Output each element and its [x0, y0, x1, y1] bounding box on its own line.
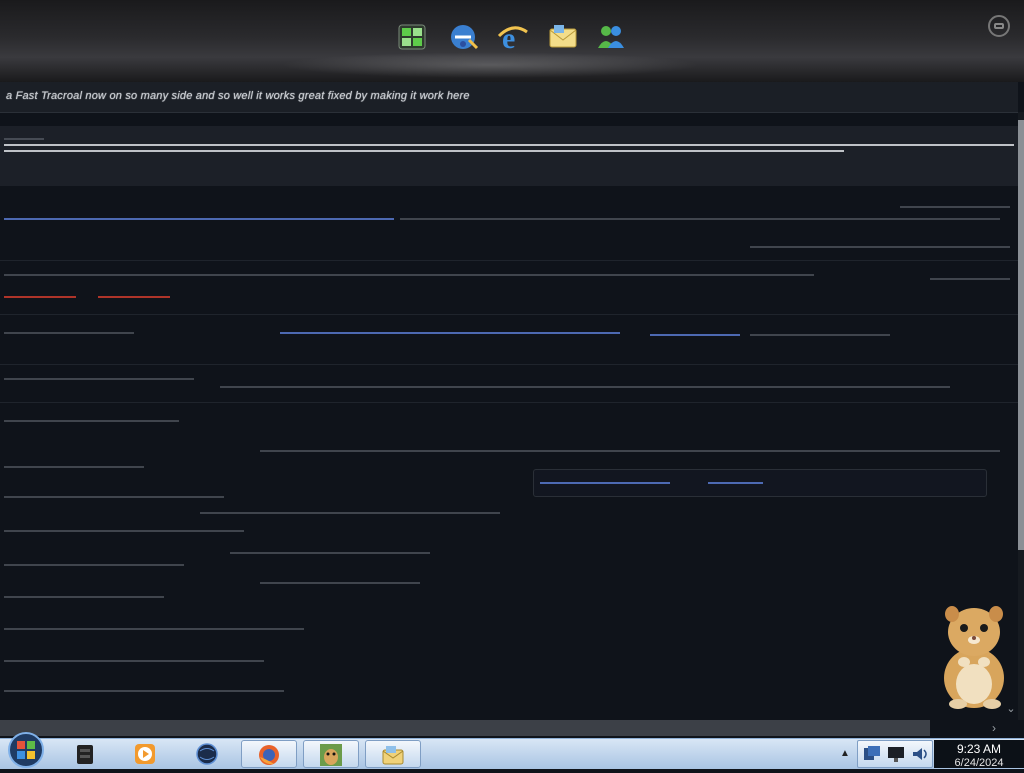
glitch-line: [4, 296, 76, 298]
top-dock: e: [0, 0, 1024, 82]
glitch-link-line: [280, 332, 620, 334]
vertical-scroll-thumb[interactable]: [1018, 120, 1024, 550]
glitch-link-line: [540, 482, 670, 484]
glitch-link-line: [4, 218, 394, 220]
dock-reflection: [280, 52, 700, 78]
glitch-line: [260, 450, 1000, 452]
glitch-line: [400, 218, 1000, 220]
mail-icon[interactable]: [546, 20, 580, 54]
globe-icon[interactable]: [180, 740, 236, 768]
glitch-line: [930, 278, 1010, 280]
glitch-line: [4, 596, 164, 598]
glitch-line: [4, 144, 1014, 146]
taskbar-clock[interactable]: 9:23 AM 6/24/2024: [934, 740, 1024, 769]
glitch-line: [4, 378, 194, 380]
glitch-line: [4, 138, 44, 140]
first-line-text: a Fast Tracroal now on so many side and …: [6, 90, 470, 102]
horizontal-scrollbar[interactable]: [0, 720, 930, 736]
tray-expand-icon[interactable]: ▲: [836, 744, 854, 764]
glitch-line: [230, 552, 430, 554]
glitch-line: [4, 466, 144, 468]
mail-folder-icon[interactable]: [365, 740, 421, 768]
header-band: [0, 126, 1018, 186]
dock-menu-icon[interactable]: [988, 15, 1010, 37]
glitch-line: [750, 334, 890, 336]
network-icon[interactable]: [862, 744, 882, 764]
chevron-right-icon[interactable]: ›: [985, 720, 1003, 736]
glitch-line: [260, 582, 420, 584]
internet-explorer-download-icon[interactable]: [447, 20, 481, 54]
glitch-line: [4, 150, 844, 152]
glitch-line: [4, 690, 284, 692]
clock-time: 9:23 AM: [956, 742, 1002, 756]
glitch-line: [4, 496, 224, 498]
glitch-line: [220, 386, 950, 388]
glitch-link-line: [650, 334, 740, 336]
row-divider: [0, 364, 1018, 365]
glitch-line: [4, 420, 179, 422]
glitch-line: [200, 512, 500, 514]
firefox-icon[interactable]: [241, 740, 297, 768]
glitch-line: [750, 246, 1010, 248]
display-icon[interactable]: [886, 744, 906, 764]
glitch-link-line: [708, 482, 763, 484]
file-cabinet-icon[interactable]: [58, 740, 114, 768]
glitch-line: [4, 660, 264, 662]
hamster-mascot[interactable]: [934, 600, 1012, 710]
row-divider: [0, 402, 1018, 403]
system-tray: [857, 740, 933, 768]
media-player-icon[interactable]: [118, 740, 174, 768]
vertical-scrollbar[interactable]: [1018, 112, 1024, 720]
page-content: a Fast Tracroal now on so many side and …: [0, 82, 1018, 720]
glitch-line: [900, 206, 1010, 208]
volume-icon[interactable]: [910, 744, 930, 764]
internet-explorer-icon[interactable]: e: [496, 20, 530, 55]
glitch-line: [4, 628, 304, 630]
row-divider: [0, 260, 1018, 261]
hamster-icon[interactable]: [303, 740, 359, 768]
glitch-line: [4, 274, 814, 276]
glitch-line: [4, 332, 134, 334]
spreadsheet-icon[interactable]: [396, 20, 430, 54]
messenger-icon[interactable]: [594, 20, 628, 54]
start-orb-icon[interactable]: [4, 728, 48, 768]
glitch-line: [4, 564, 184, 566]
glitch-line: [4, 530, 244, 532]
glitch-line: [98, 296, 170, 298]
row-divider: [0, 314, 1018, 315]
